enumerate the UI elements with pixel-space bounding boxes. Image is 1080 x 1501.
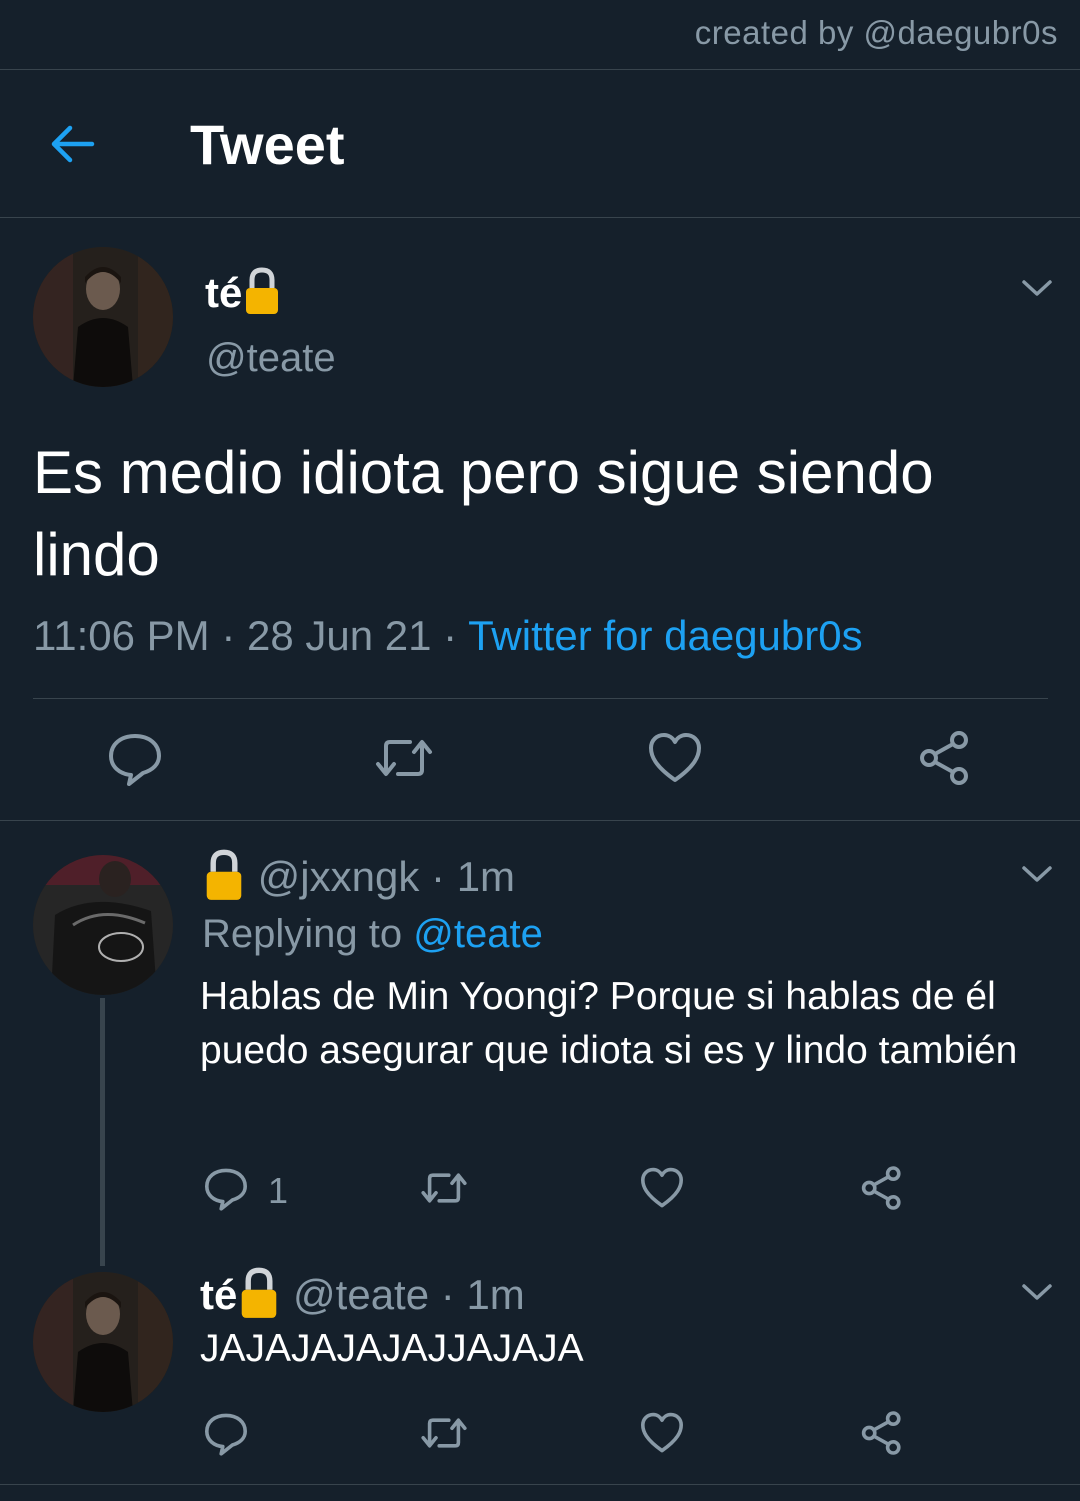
avatar-image <box>33 247 173 387</box>
tweet-time: 11:06 PM <box>33 612 210 659</box>
reply-icon <box>205 1413 247 1456</box>
share-button[interactable] <box>915 728 975 788</box>
reply-button[interactable] <box>202 1409 250 1457</box>
meta-divider <box>33 698 1048 699</box>
tweet-author-handle[interactable]: @teate <box>206 336 336 381</box>
actions-divider <box>0 820 1080 821</box>
avatar[interactable] <box>33 1272 173 1412</box>
reply-author-name[interactable]: té <box>200 1271 237 1318</box>
like-button[interactable] <box>638 1164 686 1212</box>
like-button[interactable] <box>638 1409 686 1457</box>
replying-to-label: Replying to <box>202 912 403 956</box>
tweet-meta: 11:06 PM · 28 Jun 21 · Twitter for daegu… <box>33 612 863 660</box>
lock-icon <box>237 1266 281 1330</box>
reply-button[interactable] <box>105 728 165 788</box>
page-title: Tweet <box>190 113 345 176</box>
reply-header: té @teate · 1m <box>200 1266 525 1330</box>
lock-icon <box>242 266 282 326</box>
heart-icon <box>641 1412 683 1453</box>
share-icon <box>920 731 968 785</box>
thread-line <box>100 998 105 1266</box>
more-options-button[interactable] <box>1020 1280 1054 1304</box>
more-options-button[interactable] <box>1020 276 1054 300</box>
reply-text: JAJAJAJAJAJJAJAJA <box>200 1327 584 1370</box>
reply-icon <box>205 1168 247 1211</box>
reply-count: 1 <box>268 1170 289 1211</box>
replying-to-mention[interactable]: @teate <box>413 912 543 956</box>
heart-icon <box>649 733 701 782</box>
reply-time: 1m <box>466 1271 525 1319</box>
share-icon <box>861 1411 901 1455</box>
retweet-icon <box>376 740 432 776</box>
share-button[interactable] <box>858 1409 906 1457</box>
avatar-image <box>33 855 173 995</box>
reply-header: @jxxngk · 1m <box>202 848 515 912</box>
arrow-left-icon <box>51 125 95 163</box>
reply-author-handle[interactable]: @teate <box>293 1271 429 1318</box>
header-bar: Tweet <box>0 70 1080 217</box>
lock-icon <box>202 848 246 912</box>
chevron-down-icon <box>1022 866 1052 882</box>
retweet-button[interactable] <box>374 728 434 788</box>
replying-to: Replying to @teate <box>202 912 543 957</box>
meta-separator: · <box>431 853 446 901</box>
tweet-author-name[interactable]: té <box>205 266 282 326</box>
retweet-button[interactable] <box>420 1409 468 1457</box>
like-button[interactable] <box>645 728 705 788</box>
reply-text: Hablas de Min Yoongi? Porque si hablas d… <box>200 975 1018 1072</box>
avatar[interactable] <box>33 247 173 387</box>
watermark-text: created by @daegubr0s <box>694 14 1058 51</box>
chevron-down-icon <box>1022 280 1052 296</box>
chevron-down-icon <box>1022 1284 1052 1300</box>
tweet-source-link[interactable]: Twitter for daegubr0s <box>468 612 863 659</box>
tweet-date: 28 Jun 21 <box>247 612 432 659</box>
reply-author-handle[interactable]: @jxxngk <box>258 853 420 900</box>
more-options-button[interactable] <box>1020 862 1054 886</box>
heart-icon <box>641 1167 683 1208</box>
header-divider <box>0 217 1080 218</box>
share-icon <box>861 1166 901 1210</box>
meta-separator: · <box>221 612 236 659</box>
share-button[interactable] <box>858 1164 906 1212</box>
retweet-button[interactable] <box>420 1164 468 1212</box>
retweet-icon <box>421 1173 467 1203</box>
bottom-divider <box>0 1484 1080 1485</box>
meta-separator: · <box>440 1271 455 1319</box>
retweet-icon <box>421 1418 467 1448</box>
avatar-image <box>33 1272 173 1412</box>
author-name-text: té <box>205 269 243 317</box>
meta-separator: · <box>443 612 458 659</box>
avatar[interactable] <box>33 855 173 995</box>
reply-time: 1m <box>456 853 516 901</box>
tweet-text: Es medio idiota pero sigue siendo lindo <box>33 439 934 588</box>
reply-button[interactable] <box>202 1164 250 1212</box>
back-button[interactable] <box>46 116 102 172</box>
reply-icon <box>109 734 161 786</box>
